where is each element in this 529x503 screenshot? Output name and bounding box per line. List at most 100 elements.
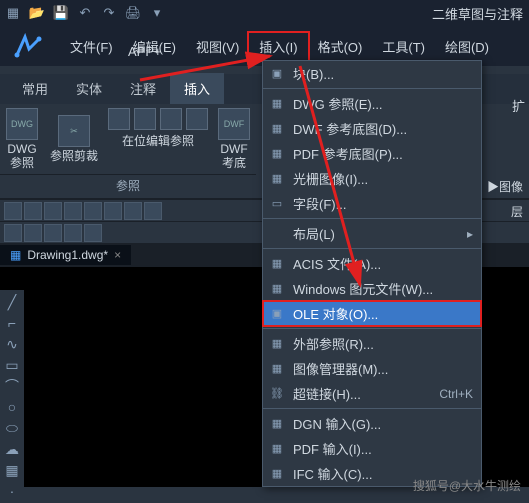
point-tool-icon[interactable]: ·	[3, 482, 21, 500]
tb2-icon[interactable]	[24, 202, 42, 220]
dd-hyperlink[interactable]: ⛓超链接(H)...Ctrl+K	[263, 381, 481, 406]
dd-pdf-in[interactable]: ▦PDF 输入(I)...	[263, 436, 481, 461]
pdf-in-icon: ▦	[269, 441, 285, 457]
dd-raster[interactable]: ▦光栅图像(I)...	[263, 166, 481, 191]
tb7-icon[interactable]	[124, 202, 142, 220]
img-mgr-icon: ▦	[269, 361, 285, 377]
qat-print-icon[interactable]: 🖨	[124, 4, 142, 22]
menu-draw[interactable]: 绘图(D)	[435, 33, 499, 60]
tb13-icon[interactable]	[84, 224, 102, 242]
circle-tool-icon[interactable]: ○	[3, 398, 21, 416]
separator	[263, 408, 481, 409]
dd-wmf[interactable]: ▦Windows 图元文件(W)...	[263, 276, 481, 301]
ribbon-clip-ref-button[interactable]: ✂ 参照剪裁	[44, 104, 104, 174]
ribbon-dwg-ref-button[interactable]: DWG DWG 参照	[0, 104, 44, 174]
tb5-icon[interactable]	[84, 202, 102, 220]
tab-insert[interactable]: 插入	[170, 73, 224, 104]
ribbon-panel-title: 参照	[0, 174, 256, 196]
tab-common[interactable]: 常用	[8, 73, 62, 104]
tb9-icon[interactable]	[4, 224, 22, 242]
menu-format[interactable]: 格式(O)	[308, 33, 373, 60]
tb6-icon[interactable]	[104, 202, 122, 220]
tab-annotate[interactable]: 注释	[116, 73, 170, 104]
app-logo-icon	[8, 26, 48, 66]
small-btn-3[interactable]	[160, 108, 182, 130]
side-toolbar: ╱ ⌐ ∿ ▭ ⌒ ○ ⬭ ☁ ▦ ·	[0, 290, 24, 503]
dwg-ref-icon: ▦	[269, 96, 285, 112]
qat-undo-icon[interactable]: ↶	[76, 4, 94, 22]
rect-tool-icon[interactable]: ▭	[3, 356, 21, 374]
quick-access-toolbar: ▦ 📂 💾 ↶ ↷ 🖨 ▾ 二维草图与注释	[0, 0, 529, 26]
dd-xref[interactable]: ▦外部参照(R)...	[263, 331, 481, 356]
separator	[263, 88, 481, 89]
polyline-tool-icon[interactable]: ⌐	[3, 314, 21, 332]
qat-redo-icon[interactable]: ↷	[100, 4, 118, 22]
pdf-ref-icon: ▦	[269, 146, 285, 162]
ribbon-edit-inplace-button[interactable]: 在位编辑参照	[104, 134, 212, 152]
tb4-icon[interactable]	[64, 202, 82, 220]
ribbon-dwf-ref-button[interactable]: DWF DWF 考底	[212, 104, 256, 174]
separator	[263, 248, 481, 249]
separator	[263, 218, 481, 219]
raster-icon: ▦	[269, 171, 285, 187]
tb11-icon[interactable]	[44, 224, 62, 242]
qat-open-icon[interactable]: 📂	[28, 4, 46, 22]
qat-save-icon[interactable]: 💾	[52, 4, 70, 22]
dd-layout[interactable]: 布局(L)▸	[263, 221, 481, 246]
watermark: 搜狐号@大水牛测绘	[413, 477, 521, 494]
close-tab-icon[interactable]: ×	[114, 248, 121, 262]
clip-icon: ✂	[58, 115, 90, 147]
ifc-icon: ▦	[269, 466, 285, 482]
dd-dgn[interactable]: ▦DGN 输入(G)...	[263, 411, 481, 436]
dwg-file-icon: ▦	[10, 248, 21, 262]
tb12-icon[interactable]	[64, 224, 82, 242]
app-plus-label[interactable]: APP+	[128, 44, 162, 59]
dwg-icon: DWG	[6, 108, 38, 140]
insert-dropdown-menu: ▣块(B)... ▦DWG 参照(E)... ▦DWF 参考底图(D)... ▦…	[262, 60, 482, 487]
menu-file[interactable]: 文件(F)	[60, 33, 123, 60]
tb3-icon[interactable]	[44, 202, 62, 220]
spline-tool-icon[interactable]: ∿	[3, 335, 21, 353]
layout-icon	[269, 226, 285, 242]
menu-bar: 文件(F) 编辑(E) 视图(V) 插入(I) 格式(O) 工具(T) 绘图(D…	[60, 33, 499, 60]
document-tab-drawing1[interactable]: ▦ Drawing1.dwg* ×	[0, 245, 131, 265]
workspace-label[interactable]: 二维草图与注释	[432, 4, 523, 23]
block-icon: ▣	[269, 66, 285, 82]
dd-block[interactable]: ▣块(B)...	[263, 61, 481, 86]
qat-new-icon[interactable]: ▦	[4, 4, 22, 22]
ole-icon: ▣	[269, 306, 285, 322]
dd-acis[interactable]: ▦ACIS 文件(A)...	[263, 251, 481, 276]
cloud-tool-icon[interactable]: ☁	[3, 440, 21, 458]
document-tab-label: Drawing1.dwg*	[27, 248, 108, 262]
menu-insert[interactable]: 插入(I)	[249, 33, 307, 60]
shortcut-label: Ctrl+K	[439, 387, 473, 401]
small-btn-2[interactable]	[134, 108, 156, 130]
layer-panel-label[interactable]: 层	[511, 203, 523, 220]
tab-solid[interactable]: 实体	[62, 73, 116, 104]
small-btn-1[interactable]	[108, 108, 130, 130]
image-panel-label[interactable]: ▶图像	[487, 178, 523, 195]
wmf-icon: ▦	[269, 281, 285, 297]
line-tool-icon[interactable]: ╱	[3, 293, 21, 311]
hyperlink-icon: ⛓	[269, 386, 285, 402]
tb10-icon[interactable]	[24, 224, 42, 242]
hatch-tool-icon[interactable]: ▦	[3, 461, 21, 479]
tb1-icon[interactable]	[4, 202, 22, 220]
field-icon: ▭	[269, 196, 285, 212]
dd-ole-object[interactable]: ▣OLE 对象(O)...	[263, 301, 481, 326]
small-btn-4[interactable]	[186, 108, 208, 130]
dd-img-mgr[interactable]: ▦图像管理器(M)...	[263, 356, 481, 381]
xref-icon: ▦	[269, 336, 285, 352]
menu-view[interactable]: 视图(V)	[186, 33, 249, 60]
dd-dwf-ref[interactable]: ▦DWF 参考底图(D)...	[263, 116, 481, 141]
menu-tools[interactable]: 工具(T)	[372, 33, 435, 60]
dd-dwg-ref[interactable]: ▦DWG 参照(E)...	[263, 91, 481, 116]
qat-brush-icon[interactable]: ▾	[148, 4, 166, 22]
arc-tool-icon[interactable]: ⌒	[3, 377, 21, 395]
tab-extension[interactable]: 扩	[512, 96, 525, 115]
ribbon-small-buttons	[104, 104, 212, 134]
tb8-icon[interactable]	[144, 202, 162, 220]
dd-field[interactable]: ▭字段(F)...	[263, 191, 481, 216]
ellipse-tool-icon[interactable]: ⬭	[3, 419, 21, 437]
dd-pdf-ref[interactable]: ▦PDF 参考底图(P)...	[263, 141, 481, 166]
